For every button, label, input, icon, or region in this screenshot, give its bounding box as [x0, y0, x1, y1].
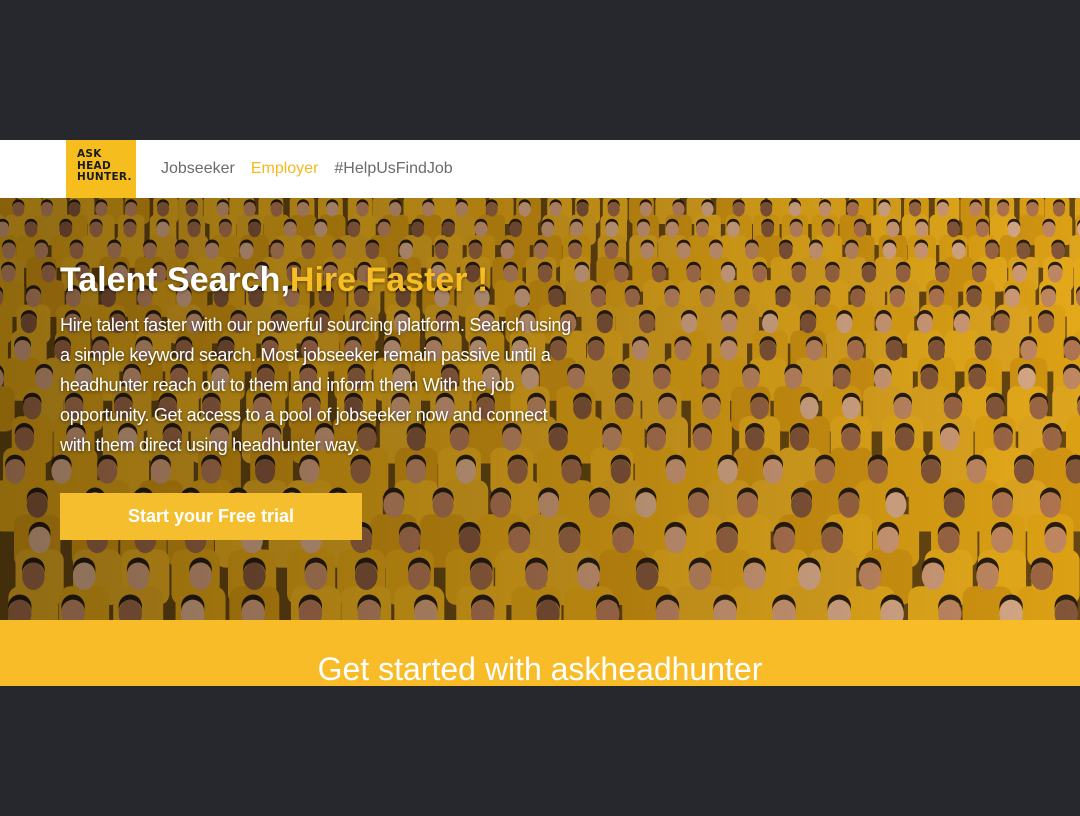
start-free-trial-button[interactable]: Start your Free trial: [60, 493, 362, 540]
landing-page: ASK HEAD HUNTER. Jobseeker Employer #Hel…: [0, 140, 1080, 686]
askheadhunter-logo[interactable]: ASK HEAD HUNTER.: [66, 140, 136, 198]
hero-title-accent: Hire Faster !: [289, 261, 489, 299]
hero-title-main: Talent Search,: [60, 261, 290, 299]
top-navbar: ASK HEAD HUNTER. Jobseeker Employer #Hel…: [0, 140, 1080, 198]
main-nav: Jobseeker Employer #HelpUsFindJob: [161, 140, 453, 198]
hero-content: Talent Search,Hire Faster ! Hire talent …: [60, 260, 580, 460]
get-started-heading: Get started with askheadhunter: [317, 651, 763, 686]
nav-link-helpusfindjob[interactable]: #HelpUsFindJob: [334, 160, 452, 178]
nav-link-jobseeker[interactable]: Jobseeker: [161, 160, 235, 178]
hero-section: Talent Search,Hire Faster ! Hire talent …: [0, 198, 1080, 620]
nav-link-employer[interactable]: Employer: [251, 160, 319, 178]
logo-line-ask: ASK: [77, 148, 102, 160]
hero-description: Hire talent faster with our powerful sou…: [60, 315, 571, 455]
get-started-band: Get started with askheadhunter: [0, 620, 1080, 686]
hero-title: Talent Search,Hire Faster !: [60, 260, 580, 300]
logo-line-hunter: HUNTER.: [77, 171, 132, 183]
